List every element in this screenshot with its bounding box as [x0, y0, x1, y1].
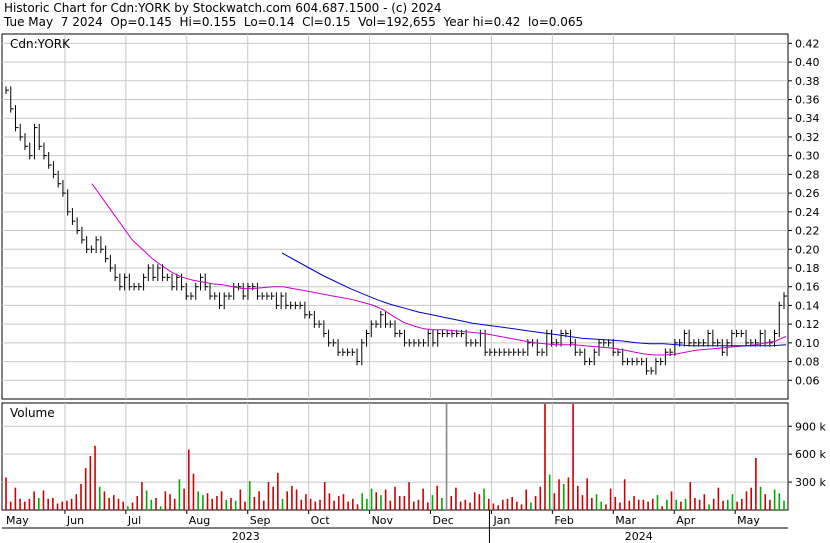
chart-stage: Historic Chart for Cdn:YORK by Stockwatc… — [0, 0, 830, 543]
x-axis-month-label: Apr — [676, 514, 696, 527]
price-axis-label: 0.06 — [795, 374, 820, 387]
price-axis-label: 0.20 — [795, 243, 820, 256]
x-axis-month-label: May — [737, 514, 760, 527]
price-axis-label: 0.14 — [795, 299, 820, 312]
price-panel-label: Cdn:YORK — [10, 37, 71, 51]
price-axis-label: 0.12 — [795, 318, 820, 331]
price-axis-label: 0.16 — [795, 281, 820, 294]
moving-average-long-line — [281, 252, 787, 347]
x-axis-month-label: Feb — [554, 514, 573, 527]
x-axis-month-label: Dec — [433, 514, 454, 527]
volume-panel-label: Volume — [10, 406, 55, 420]
price-axis-label: 0.24 — [795, 206, 820, 219]
price-axis-label: 0.36 — [795, 94, 820, 107]
x-axis-month-label: Oct — [311, 514, 331, 527]
price-axis-label: 0.40 — [795, 56, 820, 69]
price-axis-label: 0.18 — [795, 262, 820, 275]
x-axis-month-label: Mar — [615, 514, 636, 527]
price-axis-label: 0.08 — [795, 356, 820, 369]
price-axis-label: 0.38 — [795, 75, 820, 88]
price-axis-label: 0.28 — [795, 168, 820, 181]
x-axis-year-label: 2024 — [625, 530, 653, 543]
x-axis-month-label: Nov — [372, 514, 394, 527]
price-axis-label: 0.26 — [795, 187, 820, 200]
moving-average-short-line — [91, 183, 787, 356]
x-axis-month-label: Jun — [66, 514, 84, 527]
x-axis-month-label: Sep — [250, 514, 271, 527]
x-axis-month-label: Aug — [189, 514, 210, 527]
price-axis-label: 0.34 — [795, 112, 820, 125]
price-axis-label: 0.32 — [795, 131, 820, 144]
x-axis-month-label: May — [6, 514, 29, 527]
volume-axis-label: 900 k — [795, 420, 826, 433]
price-axis-label: 0.22 — [795, 225, 820, 238]
price-axis-label: 0.10 — [795, 337, 820, 350]
stock-chart-svg: May Jun Jul Aug Sep Oct Nov Dec Jan Feb Mar Apr May 2… — [1, 33, 826, 543]
price-axis-label: 0.42 — [795, 37, 820, 50]
x-axis-year-label: 2023 — [232, 530, 260, 543]
x-axis-month-label: Jan — [492, 514, 510, 527]
volume-axis-label: 600 k — [795, 448, 826, 461]
x-axis-month-label: Jul — [127, 514, 141, 527]
volume-axis-label: 300 k — [795, 476, 826, 489]
price-axis-label: 0.30 — [795, 150, 820, 163]
